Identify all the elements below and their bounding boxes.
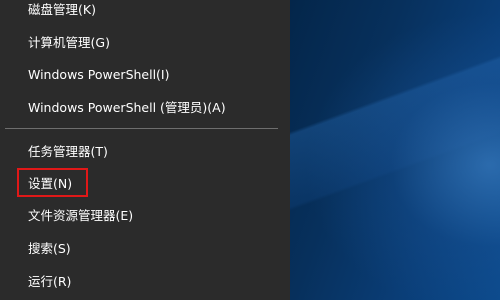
menu-item-run[interactable]: 运行(R): [0, 266, 290, 298]
menu-item-label: 计算机管理(G): [28, 35, 110, 50]
menu-item-settings[interactable]: 设置(N): [0, 168, 290, 200]
menu-item-label: 文件资源管理器(E): [28, 208, 134, 223]
menu-item-computer-management[interactable]: 计算机管理(G): [0, 27, 290, 59]
menu-item-search[interactable]: 搜索(S): [0, 233, 290, 265]
menu-separator: [5, 128, 278, 129]
menu-item-label: 搜索(S): [28, 241, 71, 256]
menu-item-powershell-admin[interactable]: Windows PowerShell (管理员)(A): [0, 92, 290, 124]
winx-context-menu: 磁盘管理(K) 计算机管理(G) Windows PowerShell(I) W…: [0, 0, 290, 300]
menu-item-label: 设置(N): [28, 176, 73, 191]
menu-item-disk-management[interactable]: 磁盘管理(K): [0, 0, 290, 26]
menu-item-label: 运行(R): [28, 274, 72, 289]
menu-item-label: 磁盘管理(K): [28, 2, 96, 17]
desktop-wallpaper: [290, 0, 500, 300]
menu-item-file-explorer[interactable]: 文件资源管理器(E): [0, 200, 290, 232]
menu-item-label: Windows PowerShell (管理员)(A): [28, 100, 226, 115]
menu-item-label: 任务管理器(T): [28, 144, 108, 159]
menu-item-powershell[interactable]: Windows PowerShell(I): [0, 59, 290, 91]
menu-item-label: Windows PowerShell(I): [28, 67, 170, 82]
menu-item-task-manager[interactable]: 任务管理器(T): [0, 136, 290, 168]
